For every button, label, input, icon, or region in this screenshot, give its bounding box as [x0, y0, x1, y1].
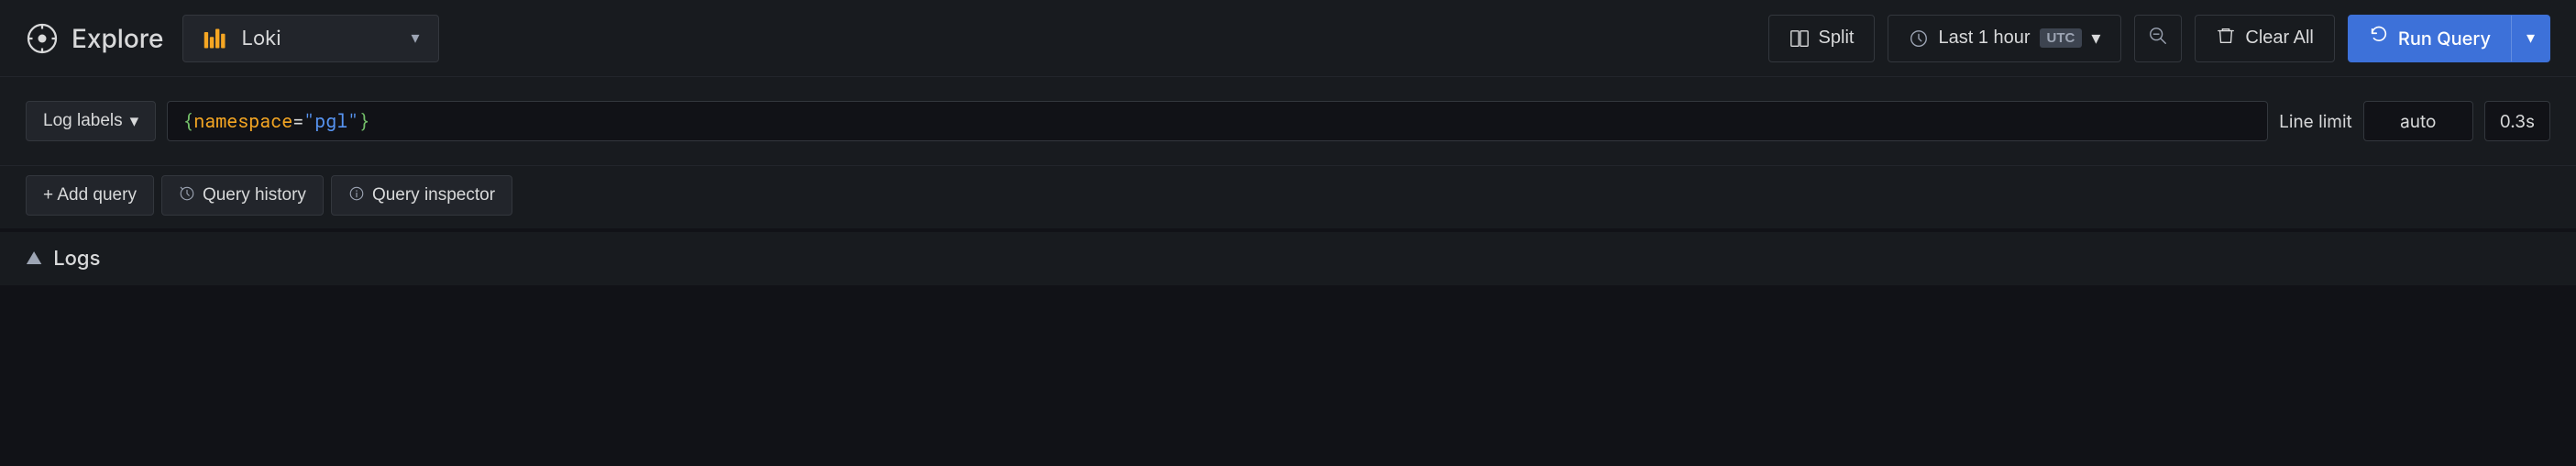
split-label: Split [1819, 28, 1855, 49]
query-input[interactable]: {namespace="pgl"} [167, 101, 2268, 141]
datasource-chevron-icon: ▾ [411, 28, 419, 48]
topbar-actions: Split Last 1 hour UTC ▾ [1768, 15, 2550, 62]
info-icon [348, 185, 365, 206]
run-query-chevron-icon: ▾ [2526, 28, 2535, 48]
topbar: Explore Loki ▾ Split [0, 0, 2576, 77]
loki-icon [202, 25, 229, 52]
query-time-badge: 0.3s [2484, 101, 2550, 141]
query-editor-area: Log labels ▾ {namespace="pgl"} Line limi… [0, 77, 2576, 166]
time-range-label: Last 1 hour [1938, 28, 2030, 49]
magnify-icon [2148, 26, 2168, 51]
split-button[interactable]: Split [1768, 15, 1876, 62]
utc-badge: UTC [2040, 28, 2083, 48]
query-close-brace: } [358, 109, 369, 133]
line-limit-input[interactable]: auto [2363, 101, 2473, 141]
logs-section: ▲ Logs [0, 232, 2576, 285]
log-labels-label: Log labels [43, 111, 123, 131]
query-inspector-button[interactable]: Query inspector [331, 175, 512, 216]
history-icon [179, 185, 195, 206]
query-row: Log labels ▾ {namespace="pgl"} Line limi… [26, 92, 2550, 150]
run-query-label: Run Query [2398, 28, 2491, 50]
explore-icon [26, 22, 59, 55]
query-history-label: Query history [203, 185, 306, 205]
line-limit-value: auto [2400, 111, 2436, 132]
time-picker-button[interactable]: Last 1 hour UTC ▾ [1888, 15, 2121, 62]
query-history-button[interactable]: Query history [161, 175, 324, 216]
log-labels-button[interactable]: Log labels ▾ [26, 101, 156, 141]
time-picker-chevron-icon: ▾ [2091, 27, 2100, 50]
add-query-label: + Add query [43, 185, 137, 205]
line-limit-label: Line limit [2279, 111, 2352, 132]
clear-all-label: Clear All [2245, 28, 2313, 49]
trash-icon [2216, 26, 2236, 51]
logs-title: Logs [53, 247, 100, 271]
query-time-value: 0.3s [2500, 111, 2535, 132]
datasource-name: Loki [242, 27, 399, 50]
query-value-str: "pgl" [303, 109, 358, 133]
query-inspector-label: Query inspector [372, 185, 495, 205]
clear-all-button[interactable]: Clear All [2195, 15, 2334, 62]
log-labels-chevron-icon: ▾ [130, 111, 139, 132]
datasource-selector[interactable]: Loki ▾ [182, 15, 439, 62]
explore-logo: Explore [26, 22, 164, 55]
add-query-button[interactable]: + Add query [26, 175, 154, 216]
query-equals: = [292, 109, 303, 133]
clock-icon [1909, 28, 1929, 49]
app-title: Explore [72, 23, 164, 54]
query-toolbar: + Add query Query history Query inspecto… [0, 166, 2576, 228]
run-query-main[interactable]: Run Query [2349, 16, 2511, 61]
logs-chevron-icon: ▲ [26, 250, 42, 269]
refresh-icon [2369, 26, 2389, 50]
split-icon [1789, 28, 1810, 49]
run-query-button[interactable]: Run Query ▾ [2348, 15, 2550, 62]
run-query-dropdown-button[interactable]: ▾ [2512, 16, 2549, 61]
zoom-button[interactable] [2134, 15, 2182, 62]
query-key: namespace [193, 109, 292, 133]
query-open-brace: { [182, 109, 193, 133]
